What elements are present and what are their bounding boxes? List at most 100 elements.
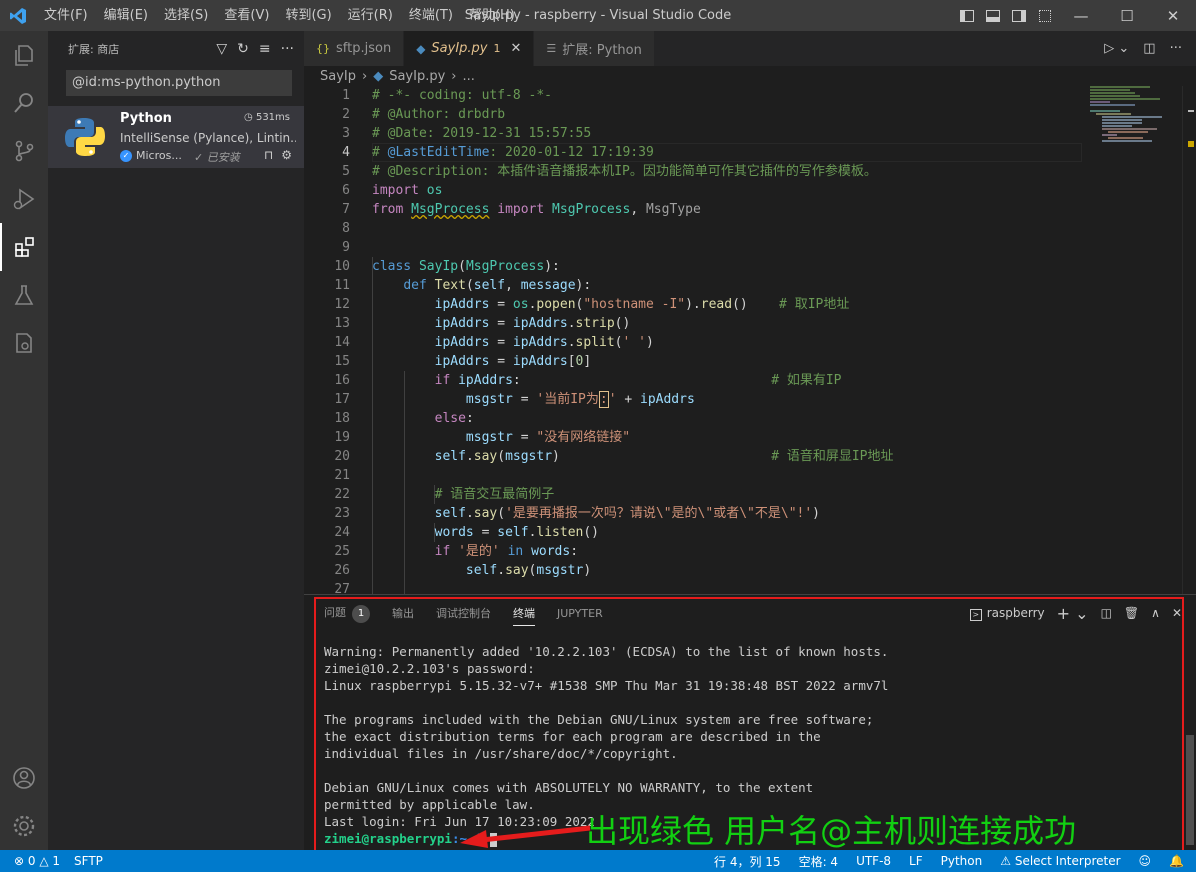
code-line: self.say(msgstr): [465, 563, 592, 578]
toggle-panel-icon[interactable]: [980, 0, 1006, 31]
refresh-icon[interactable]: ↻: [237, 41, 249, 57]
title-bar: 文件(F) 编辑(E) 选择(S) 查看(V) 转到(G) 运行(R) 终端(T…: [0, 0, 1196, 31]
menu-help[interactable]: 帮助(H): [461, 0, 523, 31]
search-icon[interactable]: [0, 79, 48, 127]
close-window-button[interactable]: ✕: [1150, 0, 1196, 31]
tab-problems[interactable]: 问题 1: [324, 604, 370, 623]
tab-jupyter[interactable]: JUPYTER: [557, 607, 603, 620]
line-number-gutter: 1 2 3 4 5 6 7 8 9 10 11 12 13 14 15 16 17 18 19 20 21 22 23 24 2…: [304, 86, 350, 594]
terminal-selector[interactable]: > raspberry: [969, 606, 1045, 621]
terminal-scrollbar[interactable]: [1186, 735, 1194, 845]
minimize-button[interactable]: —: [1058, 0, 1104, 31]
split-terminal-icon[interactable]: ◫: [1101, 606, 1112, 620]
remote-icon[interactable]: ⊓: [264, 148, 273, 162]
clear-results-icon[interactable]: ≡: [259, 41, 271, 57]
account-icon[interactable]: [0, 754, 48, 802]
code-line: from MsgProcess import MsgProcess, MsgTy…: [372, 202, 701, 217]
code-line: self.say(msgstr) # 语音和屏显IP地址: [434, 449, 894, 464]
menu-file[interactable]: 文件(F): [36, 0, 96, 31]
select-interpreter[interactable]: ⚠ Select Interpreter: [1000, 854, 1120, 868]
tab-debug-console[interactable]: 调试控制台: [436, 605, 491, 621]
toggle-secondary-sidebar-icon[interactable]: [1006, 0, 1032, 31]
sftp-status[interactable]: SFTP: [74, 854, 103, 868]
code-content[interactable]: # -*- coding: utf-8 -*- # @Author: drbdr…: [372, 86, 894, 594]
tab-output[interactable]: 输出: [392, 605, 414, 621]
editor-more-icon[interactable]: ···: [1170, 41, 1182, 56]
tab-sftp-json[interactable]: {} sftp.json: [304, 31, 405, 66]
breadcrumb-more[interactable]: ...: [462, 69, 474, 84]
extension-name: Python: [120, 111, 172, 126]
line-number: 21: [334, 468, 350, 483]
code-line: # -*- coding: utf-8 -*-: [372, 88, 553, 103]
extension-list-item-python[interactable]: Python ◷ 531ms IntelliSense (Pylance), L…: [48, 106, 304, 168]
terminal-line: the exact distribution terms for each pr…: [324, 729, 821, 744]
code-editor[interactable]: 1 2 3 4 5 6 7 8 9 10 11 12 13 14 15 16 17 18 19 20 21 22 23 24 2…: [304, 86, 1196, 594]
tab-sayip-py[interactable]: ◆ SayIp.py 1 ✕: [404, 31, 535, 66]
menu-selection[interactable]: 选择(S): [156, 0, 216, 31]
code-line: ipAddrs = os.popen("hostname -I").read()…: [434, 297, 850, 312]
tab-terminal[interactable]: 终端: [513, 605, 535, 626]
terminal-line: individual files in /usr/share/doc/*/cop…: [324, 746, 678, 761]
extension-search-input[interactable]: @id:ms-python.python: [66, 70, 292, 96]
toggle-sidebar-icon[interactable]: [954, 0, 980, 31]
activity-bar: [0, 31, 48, 850]
indentation[interactable]: 空格: 4: [799, 853, 839, 870]
extension-publisher: ✓ Micros...: [120, 149, 182, 162]
explorer-icon[interactable]: [0, 31, 48, 79]
breadcrumb-folder[interactable]: SayIp: [320, 69, 356, 84]
cursor-position[interactable]: 行 4，列 15: [714, 853, 781, 870]
extensions-icon[interactable]: [0, 223, 48, 271]
menu-edit[interactable]: 编辑(E): [96, 0, 156, 31]
testing-icon[interactable]: [0, 271, 48, 319]
new-terminal-icon[interactable]: + ⌄: [1057, 604, 1089, 623]
feedback-icon[interactable]: ☺: [1139, 854, 1152, 868]
chevron-right-icon: ›: [451, 68, 457, 84]
minimap[interactable]: [1090, 86, 1180, 146]
menu-go[interactable]: 转到(G): [277, 0, 339, 31]
breadcrumb-file[interactable]: SayIp.py: [389, 69, 445, 84]
close-tab-icon[interactable]: ✕: [511, 41, 522, 56]
run-python-icon[interactable]: ▷ ⌄: [1104, 41, 1129, 56]
editor-scrollbar[interactable]: [1182, 86, 1196, 594]
problems-status[interactable]: ⊗ 0 △ 1: [14, 854, 60, 868]
code-line: words = self.listen(): [434, 525, 600, 540]
installed-status: ✓ 已安装: [194, 151, 240, 164]
menu-run[interactable]: 运行(R): [340, 0, 401, 31]
settings-gear-icon[interactable]: [0, 802, 48, 850]
kill-terminal-icon[interactable]: 🗑: [1124, 606, 1139, 620]
encoding[interactable]: UTF-8: [856, 854, 891, 868]
extension-gear-icon[interactable]: ⚙: [281, 148, 292, 162]
tab-extension-python[interactable]: ☰ 扩展: Python: [534, 31, 655, 66]
line-number: 3: [342, 126, 350, 141]
line-number: 9: [342, 240, 350, 255]
maximize-panel-icon[interactable]: ∧: [1151, 606, 1160, 620]
editor-tab-bar: {} sftp.json ◆ SayIp.py 1 ✕ ☰ 扩展: Python…: [304, 31, 1196, 66]
menu-view[interactable]: 查看(V): [216, 0, 277, 31]
menu-terminal[interactable]: 终端(T): [401, 0, 461, 31]
source-control-icon[interactable]: [0, 127, 48, 175]
line-number: 25: [334, 544, 350, 559]
remote-explorer-icon[interactable]: [0, 319, 48, 367]
filter-icon[interactable]: ▽: [216, 41, 227, 57]
customize-layout-icon[interactable]: [1032, 0, 1058, 31]
terminal-line: zimei@10.2.2.103's password:: [324, 661, 535, 676]
run-debug-icon[interactable]: [0, 175, 48, 223]
problem-count: 1: [493, 42, 501, 55]
notifications-bell-icon[interactable]: 🔔: [1169, 854, 1184, 868]
line-number: 11: [334, 278, 350, 293]
split-editor-icon[interactable]: ◫: [1143, 41, 1155, 56]
end-of-line[interactable]: LF: [909, 854, 923, 868]
problems-count-badge: 1: [352, 604, 370, 623]
language-mode[interactable]: Python: [941, 854, 983, 868]
code-line: # @LastEditTime: 2020-01-12 17:19:39: [372, 145, 654, 160]
code-line: ipAddrs = ipAddrs.split(' '): [434, 335, 654, 350]
line-number: 7: [342, 202, 350, 217]
more-actions-icon[interactable]: ···: [281, 41, 294, 57]
maximize-button[interactable]: ☐: [1104, 0, 1150, 31]
code-line: # @Description: 本插件语音播报本机IP。因功能简单可作其它插件的…: [372, 164, 877, 179]
line-number: 14: [334, 335, 350, 350]
close-panel-icon[interactable]: ✕: [1172, 606, 1182, 620]
line-number: 2: [342, 107, 350, 122]
menu-bar: 文件(F) 编辑(E) 选择(S) 查看(V) 转到(G) 运行(R) 终端(T…: [36, 0, 523, 31]
